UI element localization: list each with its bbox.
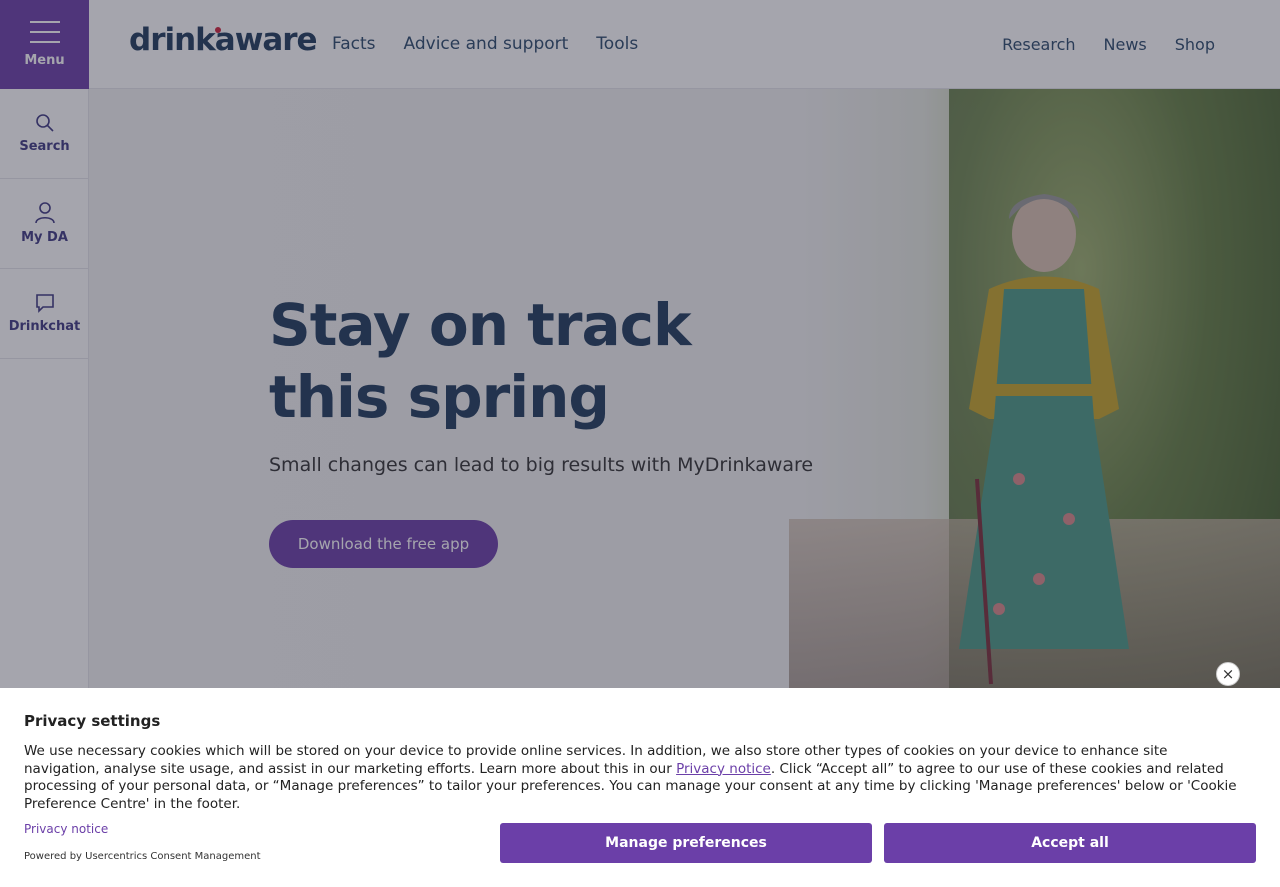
banner-title: Privacy settings [24,712,161,730]
banner-description: We use necessary cookies which will be s… [24,743,1244,813]
accept-all-button[interactable]: Accept all [884,823,1256,863]
manage-preferences-button[interactable]: Manage preferences [500,823,872,863]
close-icon[interactable]: × [1216,662,1240,686]
cookie-consent-banner: Privacy settings We use necessary cookie… [0,688,1280,887]
inline-privacy-link[interactable]: Privacy notice [676,761,771,777]
privacy-notice-link[interactable]: Privacy notice [24,822,108,836]
powered-by-text: Powered by Usercentrics Consent Manageme… [24,851,261,862]
